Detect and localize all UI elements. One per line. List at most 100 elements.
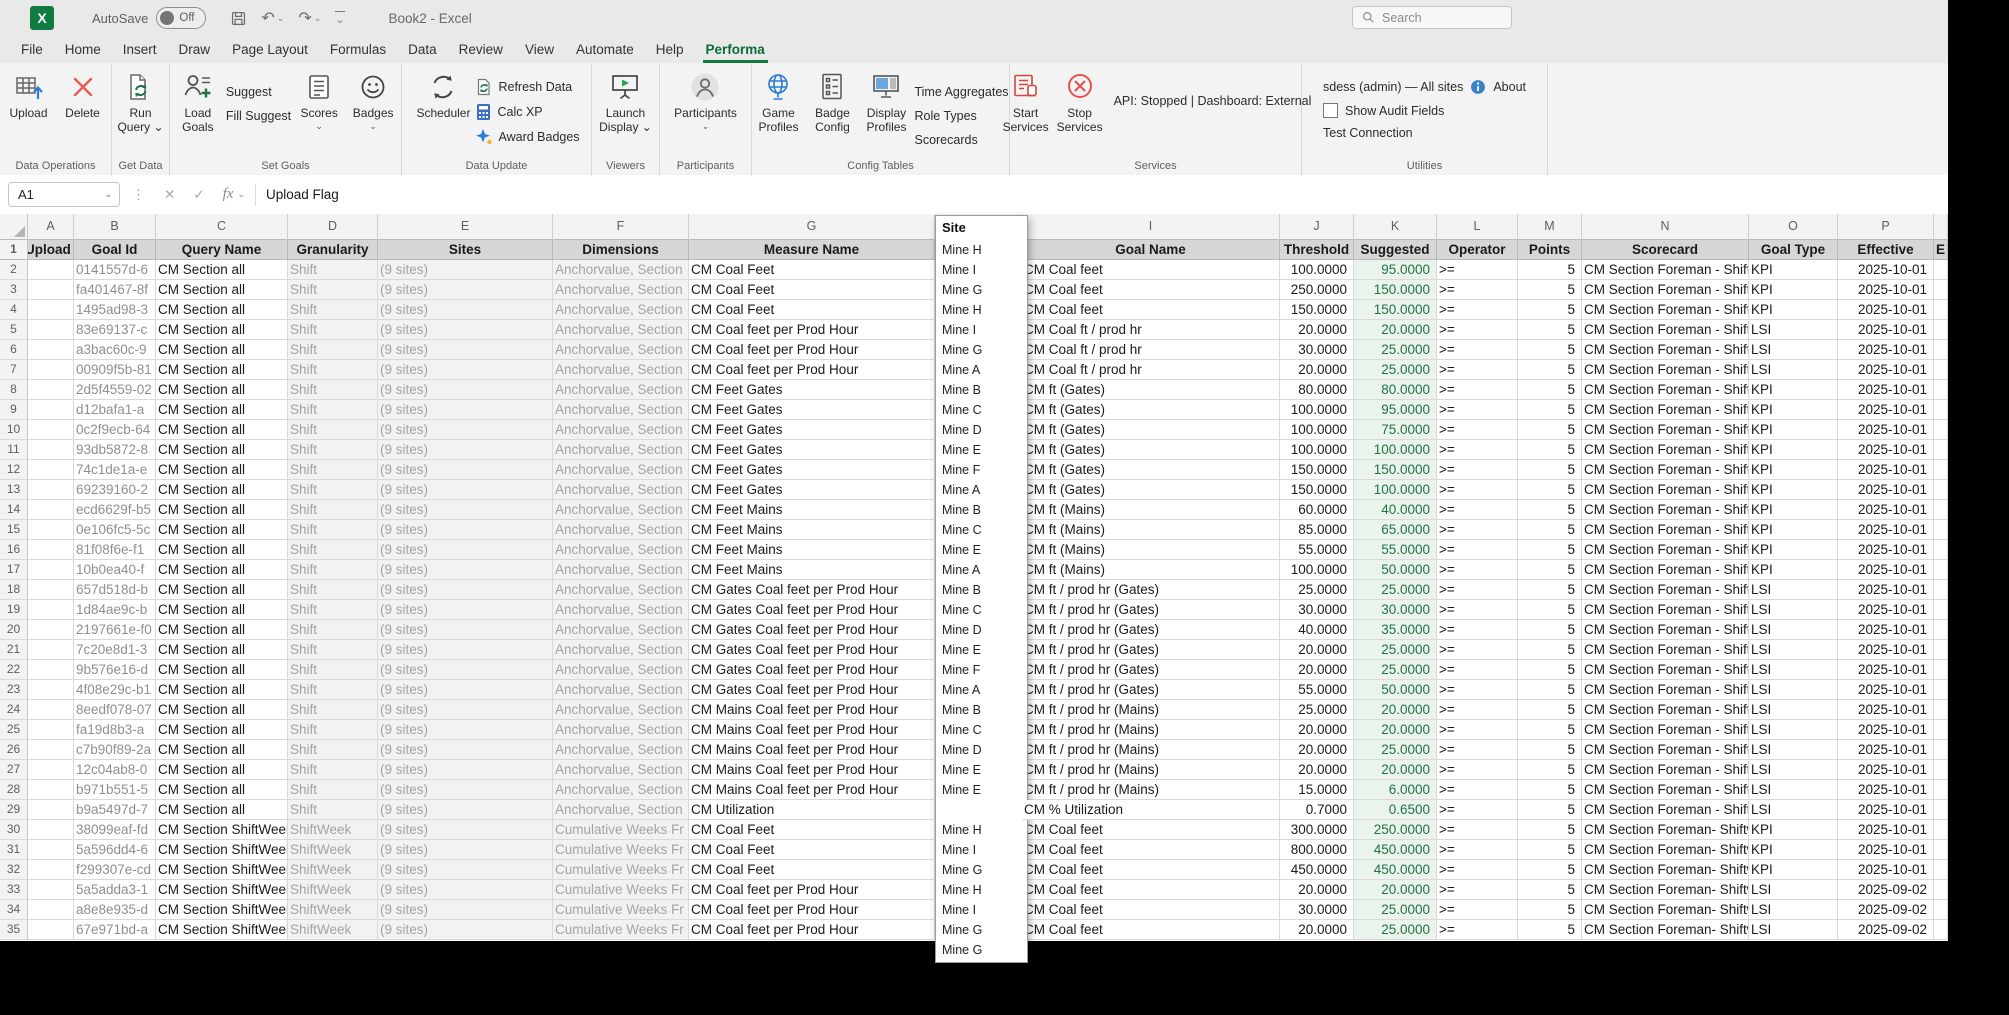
cell-P9[interactable]: 2025-10-01 bbox=[1838, 400, 1934, 420]
cancel-icon[interactable]: ✕ bbox=[164, 187, 175, 203]
formula-chevron-icon[interactable]: ⌄ bbox=[237, 189, 245, 200]
tab-file[interactable]: File bbox=[10, 38, 54, 63]
cell-K9[interactable]: 95.0000 bbox=[1354, 400, 1437, 420]
cell-P6[interactable]: 2025-10-01 bbox=[1838, 340, 1934, 360]
row-header-25[interactable]: 25 bbox=[0, 720, 28, 740]
cell-C18[interactable]: CM Section all bbox=[156, 580, 288, 600]
row-header-9[interactable]: 9 bbox=[0, 400, 28, 420]
select-all-corner[interactable] bbox=[0, 214, 28, 240]
cell-M26[interactable]: 5 bbox=[1518, 740, 1582, 760]
cell-C6[interactable]: CM Section all bbox=[156, 340, 288, 360]
row-header-1[interactable]: 1 bbox=[0, 240, 28, 260]
cell-F13[interactable]: Anchorvalue, Section bbox=[553, 480, 689, 500]
cell-D16[interactable]: Shift bbox=[288, 540, 378, 560]
cell-A4[interactable] bbox=[28, 300, 74, 320]
undo-button[interactable]: ↶ ⌄ bbox=[261, 8, 284, 28]
autosave-control[interactable]: AutoSave Off bbox=[92, 7, 207, 29]
cell-F24[interactable]: Anchorvalue, Section bbox=[553, 700, 689, 720]
cell-I6[interactable]: CM Coal ft / prod hr bbox=[1022, 340, 1280, 360]
cell-I14[interactable]: CM ft (Mains) bbox=[1022, 500, 1280, 520]
cell-O35[interactable]: LSI bbox=[1749, 920, 1838, 940]
cell-G28[interactable]: CM Mains Coal feet per Prod Hour bbox=[689, 780, 935, 800]
cell-K4[interactable]: 150.0000 bbox=[1354, 300, 1437, 320]
cell-L15[interactable]: >= bbox=[1437, 520, 1518, 540]
cell-B11[interactable]: 93db5872-8 bbox=[74, 440, 156, 460]
cell-B9[interactable]: d12bafa1-a bbox=[74, 400, 156, 420]
cell-B6[interactable]: a3bac60c-9 bbox=[74, 340, 156, 360]
cell-I21[interactable]: CM ft / prod hr (Gates) bbox=[1022, 640, 1280, 660]
cell-D35[interactable]: ShiftWeek bbox=[288, 920, 378, 940]
cell-J16[interactable]: 55.0000 bbox=[1280, 540, 1354, 560]
cell-L10[interactable]: >= bbox=[1437, 420, 1518, 440]
cell-O2[interactable]: KPI bbox=[1749, 260, 1838, 280]
cell-Q12[interactable] bbox=[1934, 460, 1948, 480]
cell-G9[interactable]: CM Feet Gates bbox=[689, 400, 935, 420]
cell-P14[interactable]: 2025-10-01 bbox=[1838, 500, 1934, 520]
cell-O20[interactable]: LSI bbox=[1749, 620, 1838, 640]
cell-L2[interactable]: >= bbox=[1437, 260, 1518, 280]
cell-I10[interactable]: CM ft (Gates) bbox=[1022, 420, 1280, 440]
column-header-K[interactable]: K bbox=[1354, 214, 1437, 240]
cell-Q20[interactable] bbox=[1934, 620, 1948, 640]
cell-Q24[interactable] bbox=[1934, 700, 1948, 720]
row-header-12[interactable]: 12 bbox=[0, 460, 28, 480]
cell-C29[interactable]: CM Section all bbox=[156, 800, 288, 820]
badges-button[interactable]: Badges ⌄ bbox=[347, 70, 399, 131]
cell-A33[interactable] bbox=[28, 880, 74, 900]
cell-K21[interactable]: 25.0000 bbox=[1354, 640, 1437, 660]
cell-E20[interactable]: (9 sites) bbox=[378, 620, 553, 640]
row-header-6[interactable]: 6 bbox=[0, 340, 28, 360]
cell-A27[interactable] bbox=[28, 760, 74, 780]
cell-F2[interactable]: Anchorvalue, Section bbox=[553, 260, 689, 280]
cell-O14[interactable]: KPI bbox=[1749, 500, 1838, 520]
delete-button[interactable]: Delete bbox=[57, 70, 109, 121]
cell-C8[interactable]: CM Section all bbox=[156, 380, 288, 400]
cell-Q33[interactable] bbox=[1934, 880, 1948, 900]
cell-J23[interactable]: 55.0000 bbox=[1280, 680, 1354, 700]
cell-G23[interactable]: CM Gates Coal feet per Prod Hour bbox=[689, 680, 935, 700]
column-header-Q[interactable] bbox=[1934, 214, 1948, 240]
formula-bar-handle[interactable]: ⋮ bbox=[132, 187, 145, 203]
cell-M33[interactable]: 5 bbox=[1518, 880, 1582, 900]
cell-D12[interactable]: Shift bbox=[288, 460, 378, 480]
cell-B29[interactable]: b9a5497d-7 bbox=[74, 800, 156, 820]
row-header-13[interactable]: 13 bbox=[0, 480, 28, 500]
cell-E12[interactable]: (9 sites) bbox=[378, 460, 553, 480]
cell-N7[interactable]: CM Section Foreman - Shift bbox=[1582, 360, 1749, 380]
cell-N8[interactable]: CM Section Foreman - Shift bbox=[1582, 380, 1749, 400]
cell-N27[interactable]: CM Section Foreman - Shift bbox=[1582, 760, 1749, 780]
cell-K34[interactable]: 25.0000 bbox=[1354, 900, 1437, 920]
cell-P29[interactable]: 2025-10-01 bbox=[1838, 800, 1934, 820]
cell-J21[interactable]: 20.0000 bbox=[1280, 640, 1354, 660]
cell-O11[interactable]: KPI bbox=[1749, 440, 1838, 460]
cell-L11[interactable]: >= bbox=[1437, 440, 1518, 460]
cell-P17[interactable]: 2025-10-01 bbox=[1838, 560, 1934, 580]
stop-services-button[interactable]: Stop Services bbox=[1054, 70, 1106, 134]
cell-F30[interactable]: Cumulative Weeks Fr bbox=[553, 820, 689, 840]
cell-P35[interactable]: 2025-09-02 bbox=[1838, 920, 1934, 940]
cell-N35[interactable]: CM Section Foreman- Shiftwe bbox=[1582, 920, 1749, 940]
cell-L9[interactable]: >= bbox=[1437, 400, 1518, 420]
cell-A30[interactable] bbox=[28, 820, 74, 840]
badge-config-button[interactable]: Badge Config bbox=[806, 70, 858, 134]
cell-K13[interactable]: 100.0000 bbox=[1354, 480, 1437, 500]
cell-Q18[interactable] bbox=[1934, 580, 1948, 600]
cell-O30[interactable]: KPI bbox=[1749, 820, 1838, 840]
cell-G17[interactable]: CM Feet Mains bbox=[689, 560, 935, 580]
cell-F31[interactable]: Cumulative Weeks Fr bbox=[553, 840, 689, 860]
cell-D31[interactable]: ShiftWeek bbox=[288, 840, 378, 860]
cell-J26[interactable]: 20.0000 bbox=[1280, 740, 1354, 760]
cell-E10[interactable]: (9 sites) bbox=[378, 420, 553, 440]
info-icon[interactable] bbox=[1470, 79, 1486, 95]
cell-A18[interactable] bbox=[28, 580, 74, 600]
cell-Q29[interactable] bbox=[1934, 800, 1948, 820]
cell-I35[interactable]: CM Coal feet bbox=[1022, 920, 1280, 940]
cell-B34[interactable]: a8e8e935-d bbox=[74, 900, 156, 920]
cell-K11[interactable]: 100.0000 bbox=[1354, 440, 1437, 460]
cell-M23[interactable]: 5 bbox=[1518, 680, 1582, 700]
cell-N26[interactable]: CM Section Foreman - Shift bbox=[1582, 740, 1749, 760]
column-header-G[interactable]: G bbox=[689, 214, 935, 240]
customize-qat-button[interactable]: ⌄ bbox=[335, 10, 345, 26]
cell-N22[interactable]: CM Section Foreman - Shift bbox=[1582, 660, 1749, 680]
cell-K24[interactable]: 20.0000 bbox=[1354, 700, 1437, 720]
